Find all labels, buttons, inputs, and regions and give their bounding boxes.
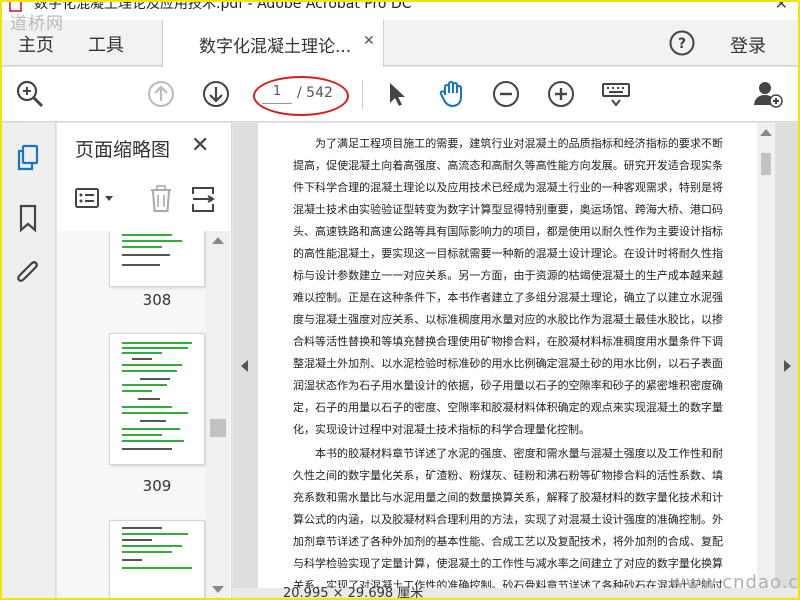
next-page-arrow-icon[interactable] [784, 360, 791, 372]
zoom-in-icon[interactable] [545, 78, 577, 110]
document-tab[interactable]: 数字化混凝土理论... ✕ [162, 20, 384, 67]
red-highlight-annotation [253, 76, 349, 116]
previous-page-arrow-icon[interactable] [241, 360, 248, 372]
pdf-page: 为了满足工程项目施工的需要，建筑行业对混凝土的品质指标和经济指标的要求不断提高，… [258, 123, 758, 600]
window-close-icon[interactable]: ✕ [775, 0, 788, 13]
page-up-icon[interactable] [145, 78, 177, 110]
page-size-readout: 20.995 × 29.698 厘米 [283, 586, 424, 600]
document-view: 为了满足工程项目施工的需要，建筑行业对混凝土的品质指标和经济指标的要求不断提高，… [233, 123, 800, 600]
bookmark-icon[interactable] [13, 203, 43, 233]
rotate-page-icon[interactable] [190, 184, 216, 218]
help-icon[interactable]: ? [668, 29, 696, 61]
tab-close-icon[interactable]: ✕ [363, 33, 375, 49]
keyboard-mode-icon[interactable] [600, 78, 632, 110]
thumbnail-label: 308 [142, 291, 172, 309]
thumbnail-page-309[interactable] [109, 333, 205, 465]
body-paragraph: 为了满足工程项目施工的需要，建筑行业对混凝土的品质指标和经济指标的要求不断提高，… [293, 137, 723, 436]
thumbnail-page-310[interactable] [109, 520, 205, 600]
thumbnail-options-icon[interactable] [74, 186, 120, 216]
delete-page-icon[interactable] [148, 184, 174, 218]
attachment-icon[interactable] [13, 258, 43, 288]
main-toolbar: 1 / 542 [0, 67, 800, 122]
zoom-out-icon[interactable] [490, 78, 522, 110]
document-tab-label: 数字化混凝土理论... [199, 37, 352, 57]
document-scrollbar[interactable] [757, 123, 775, 600]
thumbnail-label: 309 [142, 477, 172, 495]
login-button[interactable]: 登录 [730, 32, 766, 58]
watermark-bottom: www.cndao.com [670, 572, 800, 593]
left-navigation-rail [0, 123, 56, 600]
thumbnail-page-308[interactable] [109, 231, 205, 287]
share-user-icon[interactable] [752, 78, 784, 110]
watermark-top: 道桥网 [10, 14, 64, 34]
select-pointer-icon[interactable] [382, 78, 414, 110]
thumbnail-scrollbar[interactable] [206, 231, 230, 600]
thumbnail-list: 308 309 [57, 231, 210, 600]
panel-toolbar [57, 170, 232, 230]
panel-close-icon[interactable]: ✕ [191, 133, 209, 158]
body-paragraph: 本书的胶凝材料章节详述了水泥的强度、密度和需水量与混凝土强度以及工作性和耐久性之… [293, 447, 723, 592]
page-thumbnails-icon[interactable] [13, 143, 43, 173]
svg-text:?: ? [678, 36, 686, 52]
nav-tools[interactable]: 工具 [88, 31, 124, 57]
zoom-search-icon[interactable] [14, 78, 46, 110]
top-navigation: 主页 工具 数字化混凝土理论... ✕ ? 登录 [0, 20, 800, 67]
toolbar-divider [362, 81, 363, 109]
panel-title: 页面缩略图 [75, 139, 171, 161]
nav-home[interactable]: 主页 [18, 31, 54, 57]
page-down-icon[interactable] [200, 78, 232, 110]
window-title: 数字化混凝土理论及应用技术.pdf - Adobe Acrobat Pro DC [34, 0, 412, 12]
hand-tool-icon[interactable] [436, 78, 468, 110]
title-bar: 数字化混凝土理论及应用技术.pdf - Adobe Acrobat Pro DC… [0, 0, 800, 20]
